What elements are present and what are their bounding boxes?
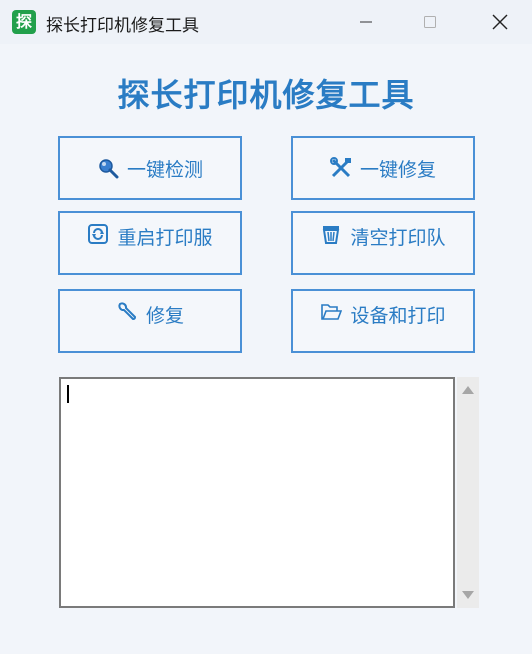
button-label: 一键修复 (359, 158, 436, 181)
one-click-detect-button[interactable]: 一键检测 (58, 136, 242, 200)
tools-icon (329, 157, 352, 179)
page-title: 探长打印机修复工具 (117, 76, 415, 114)
button-label: 清空打印队 (350, 227, 446, 249)
output-scrollbar[interactable] (457, 377, 479, 608)
scroll-up-icon[interactable] (462, 386, 474, 394)
close-button[interactable] (468, 0, 532, 44)
wrench-icon (116, 301, 138, 323)
minimize-icon (360, 21, 372, 23)
button-label: 设备和打印 (350, 305, 446, 327)
title-bar: 探 探长打印机修复工具 (0, 0, 532, 44)
search-icon (97, 157, 119, 179)
minimize-button[interactable] (334, 0, 398, 44)
maximize-button[interactable] (398, 0, 462, 44)
folder-icon (320, 301, 343, 323)
window-title: 探长打印机修复工具 (46, 16, 199, 36)
restart-print-service-button[interactable]: 重启打印服 (58, 211, 242, 275)
scroll-down-icon[interactable] (462, 591, 474, 599)
refresh-icon (87, 223, 109, 245)
devices-and-printers-button[interactable]: 设备和打印 (291, 289, 475, 353)
close-icon (492, 14, 508, 30)
trash-icon (320, 223, 342, 245)
output-textarea[interactable] (59, 377, 455, 608)
clear-print-queue-button[interactable]: 清空打印队 (291, 211, 475, 275)
one-click-repair-button[interactable]: 一键修复 (291, 136, 475, 200)
button-label: 修复 (145, 305, 184, 327)
button-label: 一键检测 (126, 158, 203, 181)
maximize-icon (424, 16, 436, 28)
repair-button[interactable]: 修复 (58, 289, 242, 353)
app-icon: 探 (12, 10, 36, 34)
text-caret (67, 385, 69, 403)
button-label: 重启打印服 (117, 227, 213, 249)
